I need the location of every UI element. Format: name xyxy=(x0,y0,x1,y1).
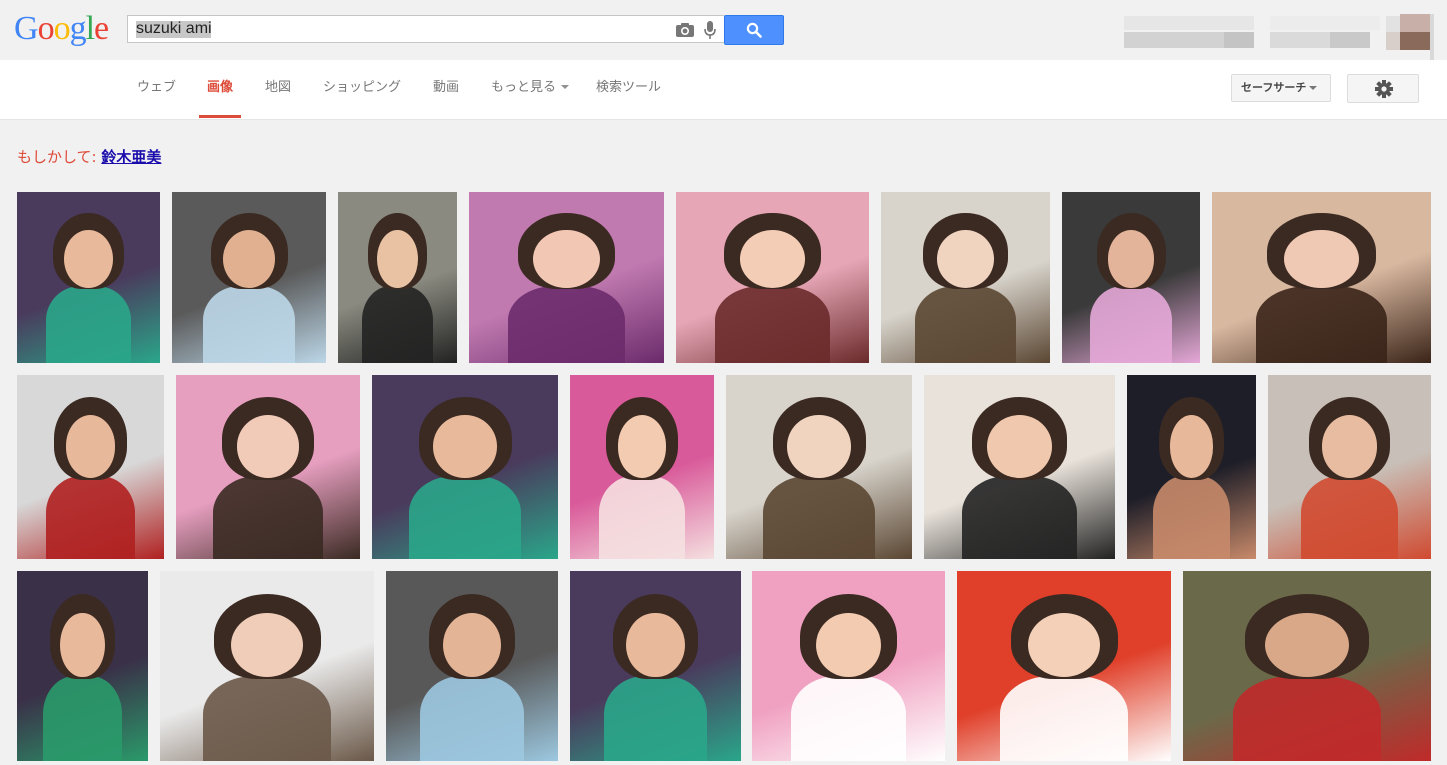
image-result-thumbnail[interactable] xyxy=(1212,192,1431,363)
settings-button[interactable] xyxy=(1347,74,1419,103)
did-you-mean-link[interactable]: 鈴木亜美 xyxy=(101,148,161,166)
logo-letter: o xyxy=(37,10,55,47)
image-result-thumbnail[interactable] xyxy=(160,571,374,761)
tab-more-label: もっと見る xyxy=(491,80,557,95)
image-result-thumbnail[interactable] xyxy=(386,571,558,761)
image-result-thumbnail[interactable] xyxy=(957,571,1171,761)
search-button[interactable] xyxy=(724,15,784,45)
image-result-thumbnail[interactable] xyxy=(172,192,326,363)
logo-letter: o xyxy=(53,10,71,47)
chevron-down-icon xyxy=(561,85,570,89)
account-area-pixelated[interactable] xyxy=(1124,14,1444,60)
safe-search-dropdown[interactable]: セーフサーチ xyxy=(1231,74,1331,102)
tab-more[interactable]: もっと見る xyxy=(491,60,570,118)
image-result-thumbnail[interactable] xyxy=(372,375,558,559)
image-result-thumbnail[interactable] xyxy=(469,192,664,363)
tab-videos[interactable]: 動画 xyxy=(433,60,459,118)
image-result-thumbnail[interactable] xyxy=(176,375,360,559)
image-result-thumbnail[interactable] xyxy=(1268,375,1431,559)
image-result-thumbnail[interactable] xyxy=(570,571,741,761)
image-result-thumbnail[interactable] xyxy=(17,192,160,363)
microphone-icon[interactable] xyxy=(703,20,717,40)
top-bar: Google xyxy=(0,0,1447,61)
safe-search-label: セーフサーチ xyxy=(1241,81,1307,94)
image-result-thumbnail[interactable] xyxy=(570,375,714,559)
image-result-thumbnail[interactable] xyxy=(881,192,1050,363)
tab-search-tools[interactable]: 検索ツール xyxy=(596,60,661,118)
tab-maps[interactable]: 地図 xyxy=(265,60,291,118)
tab-shopping[interactable]: ショッピング xyxy=(323,60,401,118)
logo-letter: e xyxy=(94,10,109,47)
image-result-thumbnail[interactable] xyxy=(1183,571,1431,761)
tab-images[interactable]: 画像 xyxy=(199,60,241,118)
search-navbar: ウェブ 画像 地図 ショッピング 動画 もっと見る 検索ツール セーフサーチ xyxy=(0,60,1447,120)
image-result-thumbnail[interactable] xyxy=(17,571,148,761)
image-result-thumbnail[interactable] xyxy=(924,375,1115,559)
search-icon xyxy=(746,22,762,38)
did-you-mean-prefix: もしかして: xyxy=(17,148,97,166)
image-result-thumbnail[interactable] xyxy=(17,375,164,559)
tab-web[interactable]: ウェブ xyxy=(137,60,176,118)
image-result-thumbnail[interactable] xyxy=(726,375,912,559)
logo-letter: G xyxy=(14,10,39,47)
search-box xyxy=(127,15,724,43)
camera-icon[interactable] xyxy=(675,22,695,38)
logo-letter: l xyxy=(85,10,96,47)
did-you-mean: もしかして: 鈴木亜美 xyxy=(17,146,161,167)
image-result-thumbnail[interactable] xyxy=(676,192,869,363)
gear-icon xyxy=(1375,80,1393,98)
image-result-thumbnail[interactable] xyxy=(1062,192,1200,363)
image-result-thumbnail[interactable] xyxy=(752,571,945,761)
image-result-thumbnail[interactable] xyxy=(338,192,457,363)
google-logo[interactable]: Google xyxy=(14,9,109,49)
image-result-thumbnail[interactable] xyxy=(1127,375,1256,559)
chevron-down-icon xyxy=(1309,86,1318,90)
logo-letter: g xyxy=(69,10,87,47)
search-input[interactable] xyxy=(128,16,666,42)
